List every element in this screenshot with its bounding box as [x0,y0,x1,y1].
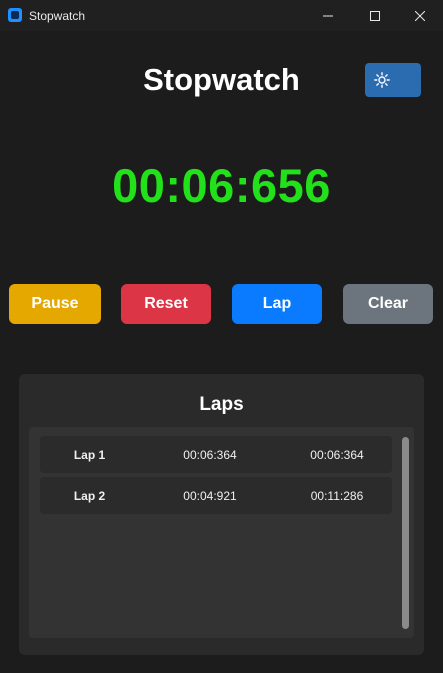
time-display: 00:06:656 [112,159,331,212]
laps-title: Laps [199,394,244,415]
lap-label: Lap 2 [73,489,106,503]
lap-time: 00:04:921 [183,489,237,503]
title-bar: Stopwatch [0,0,443,31]
sun-icon [374,72,390,88]
lap-label: Lap 1 [73,448,106,462]
lap-total-time: 00:11:286 [310,489,364,503]
laps-panel: Laps Lap 1 00:06:364 00:06:364 Lap 2 00:… [19,374,424,655]
lap-row: Lap 2 00:04:921 00:11:286 [40,477,392,514]
app-window: Stopwatch Stopwatch 00:06:656 Pause Rese… [0,0,443,673]
clear-button[interactable]: Clear [343,284,433,324]
close-button[interactable] [397,0,443,31]
maximize-button[interactable] [352,0,398,31]
pause-button[interactable]: Pause [9,284,101,324]
lap-button[interactable]: Lap [232,284,322,324]
theme-toggle-button[interactable] [365,63,421,97]
minimize-icon [323,15,333,16]
minimize-button[interactable] [305,0,351,31]
laps-list[interactable]: Lap 1 00:06:364 00:06:364 Lap 2 00:04:92… [29,427,414,638]
window-title: Stopwatch [29,9,86,23]
reset-button[interactable]: Reset [121,284,211,324]
lap-total-time: 00:06:364 [310,448,364,462]
app-icon [8,8,22,22]
maximize-icon [370,10,380,21]
lap-time: 00:06:364 [183,448,237,462]
close-icon [415,10,425,21]
lap-row: Lap 1 00:06:364 00:06:364 [40,436,392,473]
laps-scrollbar[interactable] [402,437,409,629]
